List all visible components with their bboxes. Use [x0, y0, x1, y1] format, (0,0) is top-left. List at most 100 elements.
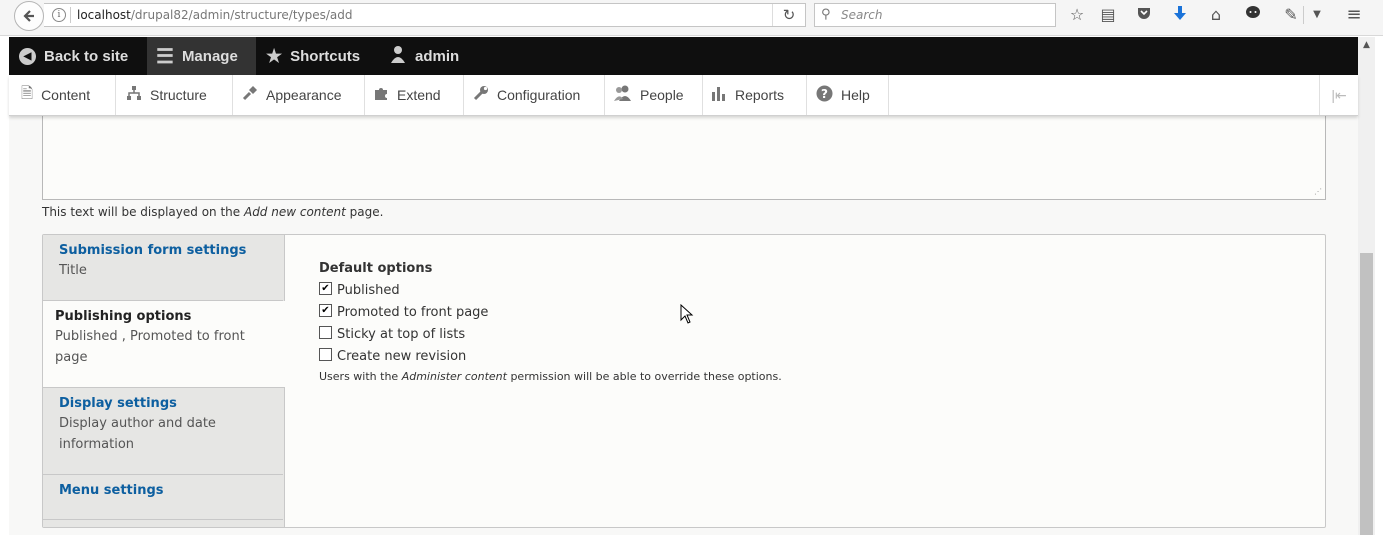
option-label[interactable]: Published — [337, 283, 400, 298]
browser-back-button[interactable] — [14, 1, 44, 31]
admin-tray: 🗎 Content Structure Appearance Extend Co… — [9, 75, 1358, 116]
extension-icon[interactable]: ✎ — [1280, 5, 1302, 25]
tray-item-help[interactable]: ? Help — [807, 75, 889, 115]
toolbar-separator — [1303, 6, 1304, 24]
address-bar[interactable]: i localhost/drupal82/admin/structure/typ… — [44, 3, 806, 27]
info-icon[interactable]: i — [52, 8, 66, 22]
promoted-checkbox[interactable]: ✔ — [319, 303, 332, 317]
tray-item-structure[interactable]: Structure — [116, 75, 233, 115]
mouse-cursor-icon — [680, 304, 694, 324]
user-icon — [389, 45, 407, 67]
help-icon: ? — [816, 85, 833, 106]
sticky-checkbox[interactable] — [319, 325, 332, 339]
option-label[interactable]: Promoted to front page — [337, 305, 488, 320]
help-text-after: page. — [345, 205, 384, 219]
back-circle-icon: ◀ — [19, 47, 36, 65]
reload-icon[interactable]: ↻ — [772, 4, 805, 26]
search-icon: ⚲ — [821, 7, 831, 22]
vertical-tabs: Submission form settings Title Publishin… — [42, 234, 1326, 528]
vtab-summary: Display author and date information — [59, 416, 216, 452]
wrench-icon — [473, 85, 489, 105]
description-textarea[interactable]: ⋰ — [42, 115, 1326, 200]
bar-chart-icon — [711, 85, 727, 105]
pocket-icon[interactable] — [1133, 5, 1155, 25]
manage-label: Manage — [181, 47, 238, 65]
option-new-revision[interactable]: Create new revision — [319, 345, 782, 367]
option-label[interactable]: Create new revision — [337, 349, 466, 364]
svg-text:?: ? — [821, 87, 828, 101]
tray-item-label: Help — [841, 87, 870, 103]
tray-item-content[interactable]: 🗎 Content — [9, 75, 116, 115]
tray-item-label: Appearance — [266, 87, 342, 103]
people-icon — [614, 85, 632, 105]
home-icon[interactable]: ⌂ — [1205, 5, 1227, 25]
tray-item-label: People — [640, 87, 684, 103]
vtab-title[interactable]: Menu settings — [59, 483, 267, 498]
default-options-label: Default options — [319, 261, 433, 276]
url-separator — [70, 7, 71, 23]
star-icon: ★ — [266, 45, 283, 66]
vtab-title[interactable]: Display settings — [59, 396, 267, 411]
vertical-tabs-menu: Submission form settings Title Publishin… — [43, 235, 285, 527]
vtab-summary: Title — [59, 263, 87, 278]
publishing-options-pane: Default options ✔ Published ✔ Promoted t… — [319, 261, 782, 383]
url-host: localhost — [77, 8, 131, 22]
search-placeholder: Search — [841, 8, 883, 22]
scroll-up-icon[interactable]: ▲ — [1358, 37, 1375, 54]
shortcuts-label: Shortcuts — [290, 47, 361, 65]
tray-item-people[interactable]: People — [605, 75, 703, 115]
url-text[interactable]: localhost/drupal82/admin/structure/types… — [77, 8, 353, 22]
chevron-down-icon[interactable]: ▼ — [1306, 5, 1328, 25]
download-icon[interactable] — [1169, 5, 1191, 25]
shortcuts-tab[interactable]: ★ Shortcuts — [266, 37, 360, 75]
tray-item-configuration[interactable]: Configuration — [464, 75, 605, 115]
revision-checkbox[interactable] — [319, 347, 332, 361]
help-text-emphasis: Add new content — [243, 205, 346, 219]
hamburger-menu-icon[interactable]: ≡ — [1343, 5, 1365, 25]
page-scrollbar[interactable]: ▲ — [1358, 37, 1375, 535]
description-help-text: This text will be displayed on the Add n… — [42, 205, 383, 219]
tray-item-label: Content — [41, 87, 91, 103]
tray-item-appearance[interactable]: Appearance — [233, 75, 365, 115]
option-published[interactable]: ✔ Published — [319, 279, 782, 301]
bookmark-star-icon[interactable]: ☆ — [1066, 5, 1088, 25]
vtab-display-settings[interactable]: Display settings Display author and date… — [43, 388, 283, 475]
desc-before: Users with the — [319, 370, 402, 383]
option-sticky[interactable]: Sticky at top of lists — [319, 323, 782, 345]
tray-item-reports[interactable]: Reports — [703, 75, 807, 115]
url-path: /drupal82/admin/structure/types/add — [130, 8, 353, 22]
arrow-left-icon — [23, 10, 34, 22]
vtab-publishing-options[interactable]: Publishing options Published , Promoted … — [43, 301, 285, 388]
user-tab[interactable]: admin — [389, 37, 459, 75]
help-text-before: This text will be displayed on the — [42, 205, 244, 219]
vtab-menu-settings[interactable]: Menu settings — [43, 475, 283, 520]
back-to-site-link[interactable]: ◀ Back to site — [19, 37, 128, 75]
published-checkbox[interactable]: ✔ — [319, 281, 332, 295]
chat-icon[interactable] — [1242, 5, 1264, 25]
hamburger-icon: ☰ — [156, 45, 174, 68]
scrollbar-thumb[interactable] — [1360, 253, 1373, 535]
user-label: admin — [415, 47, 460, 65]
options-description: Users with the Administer content permis… — [319, 370, 782, 383]
option-promoted[interactable]: ✔ Promoted to front page — [319, 301, 782, 323]
page-content: ⋰ This text will be displayed on the Add… — [9, 115, 1358, 535]
tray-item-label: Reports — [735, 87, 785, 103]
browser-search-input[interactable]: ⚲ Search — [814, 3, 1056, 27]
manage-tab[interactable]: ☰ Manage — [147, 37, 256, 75]
puzzle-icon — [373, 85, 389, 105]
tray-item-label: Extend — [397, 87, 441, 103]
vtab-title[interactable]: Submission form settings — [59, 243, 267, 258]
resize-grip-icon[interactable]: ⋰ — [1314, 187, 1322, 196]
back-to-site-label: Back to site — [44, 47, 129, 65]
collapse-tray-icon[interactable]: |⇤ — [1319, 75, 1358, 115]
admin-toolbar: ◀ Back to site ☰ Manage ★ Shortcuts admi… — [9, 37, 1358, 75]
tray-item-label: Configuration — [497, 87, 581, 103]
vtab-summary: Published , Promoted to front page — [55, 329, 245, 365]
option-label[interactable]: Sticky at top of lists — [337, 327, 465, 342]
reading-list-icon[interactable]: ▤ — [1097, 5, 1119, 25]
desc-emphasis: Administer content — [401, 370, 507, 383]
structure-icon — [126, 85, 142, 105]
vtab-title[interactable]: Publishing options — [55, 309, 273, 324]
vtab-submission-form-settings[interactable]: Submission form settings Title — [43, 235, 283, 301]
tray-item-extend[interactable]: Extend — [365, 75, 464, 115]
